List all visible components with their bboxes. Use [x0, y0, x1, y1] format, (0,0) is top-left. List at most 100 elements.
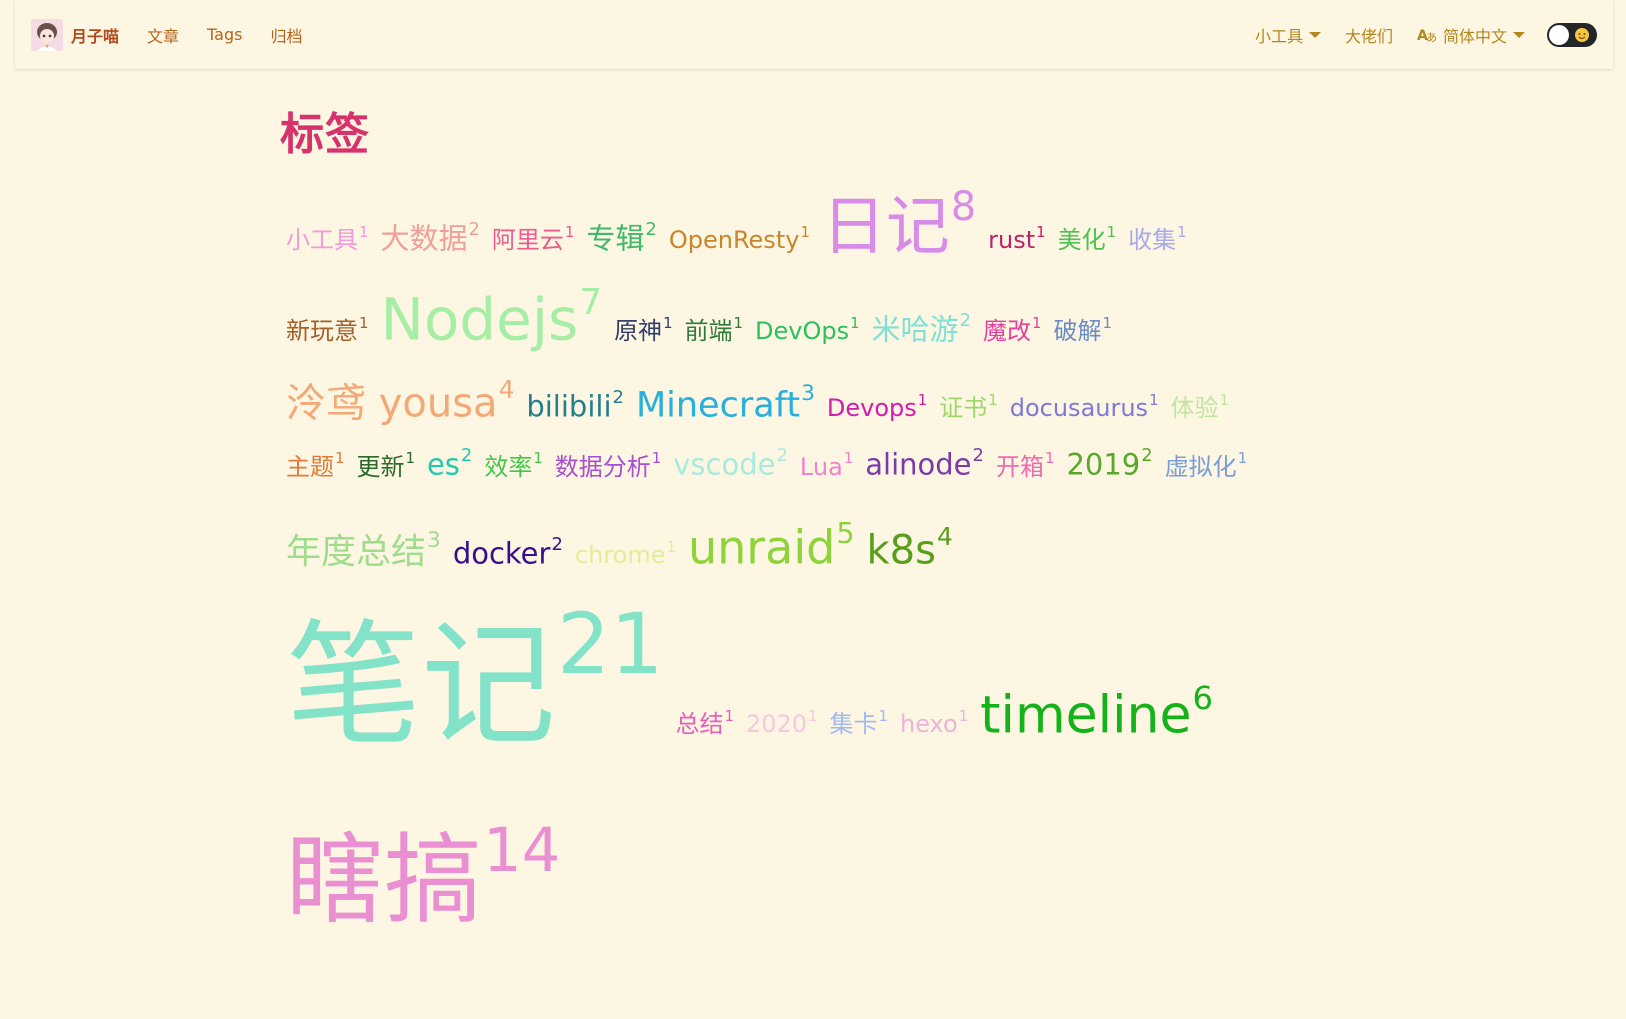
tag-count: 4: [498, 375, 515, 405]
tag-link[interactable]: 大数据2: [380, 220, 479, 254]
tag-count: 1: [359, 223, 369, 242]
sun-icon: [1573, 26, 1591, 48]
tag-name: 收集: [1128, 226, 1177, 255]
chevron-down-icon: [1513, 31, 1525, 38]
tag-link[interactable]: 更新1: [356, 451, 414, 479]
tag-count: 1: [1036, 223, 1046, 242]
tag-link[interactable]: 虚拟化1: [1165, 451, 1247, 479]
tag-count: 1: [1149, 391, 1159, 410]
nav-link-archive[interactable]: 归档: [270, 23, 302, 47]
tag-name: rust: [988, 226, 1036, 255]
tag-link[interactable]: 专辑2: [586, 220, 656, 256]
tag-link[interactable]: Devops1: [826, 393, 927, 423]
tag-link[interactable]: 魔改1: [983, 316, 1041, 344]
navbar-right: 小工具 大佬们 A あ 简体中文: [1231, 22, 1597, 48]
tag-link[interactable]: 效率1: [484, 451, 542, 479]
svg-text:あ: あ: [1426, 31, 1437, 44]
brand-link[interactable]: 月子喵: [31, 18, 119, 51]
nav-link-articles[interactable]: 文章: [147, 23, 179, 47]
tag-count: 1: [733, 314, 743, 333]
tag-name: 体验: [1170, 394, 1219, 423]
tag-count: 2: [776, 445, 788, 467]
translate-icon: A あ: [1417, 26, 1437, 44]
tag-count: 1: [663, 314, 673, 333]
tag-name: Minecraft: [635, 385, 801, 426]
tag-link[interactable]: 总结1: [676, 708, 734, 736]
tag-link[interactable]: 小工具1: [286, 225, 368, 253]
tag-link[interactable]: 米哈游2: [872, 311, 971, 345]
tag-link[interactable]: unraid5: [688, 519, 855, 570]
tag-row: 主题1 更新1 es2 效率1 数据分析1 vscode2 Lua1 alinode2 开箱1 2…: [286, 447, 1259, 482]
tag-name: Devops: [826, 394, 917, 423]
tag-name: Lua: [799, 452, 843, 481]
tag-name: 破解: [1053, 317, 1102, 346]
tag-name: unraid: [687, 520, 836, 575]
tag-name: Nodejs: [380, 285, 579, 354]
tag-link[interactable]: chrome1: [575, 540, 676, 568]
tag-link[interactable]: 20201: [745, 708, 818, 738]
tag-link[interactable]: 体验1: [1170, 393, 1229, 423]
tag-link[interactable]: 新玩意1: [286, 316, 368, 344]
tag-row: 新玩意1 Nodejs7原神1 前端1 DevOps1 米哈游2 魔改1 破解1: [286, 284, 1124, 348]
tag-link[interactable]: k8s4: [866, 524, 952, 570]
tag-link[interactable]: rust1: [988, 225, 1045, 255]
tag-link[interactable]: 美化1: [1057, 225, 1116, 255]
tag-link[interactable]: Lua1: [799, 451, 853, 481]
tag-link[interactable]: 日记8: [822, 187, 976, 259]
tag-count: 1: [405, 449, 415, 468]
tag-link[interactable]: docusaurus1: [1010, 393, 1159, 421]
tag-row: 小工具1 大数据2 阿里云1 专辑2 OpenResty1 日记8rust1 美化1 收集1: [286, 187, 1199, 259]
tag-link[interactable]: timeline6: [980, 682, 1213, 741]
tag-name: 证书: [939, 394, 988, 423]
tag-link[interactable]: 原神1: [614, 316, 672, 344]
tag-count: 1: [958, 706, 969, 725]
tag-link[interactable]: 开箱1: [996, 451, 1054, 479]
tag-name: 日记: [821, 190, 950, 265]
tag-link[interactable]: docker2: [453, 535, 563, 569]
tag-count: 2: [468, 218, 480, 240]
tag-link[interactable]: DevOps1: [755, 316, 860, 344]
tag-name: timeline: [980, 685, 1192, 745]
tag-link[interactable]: 年度总结3: [286, 530, 441, 571]
tag-link[interactable]: alinode2: [865, 447, 984, 482]
tag-count: 8: [950, 184, 977, 231]
tag-count: 1: [808, 706, 818, 725]
tag-link[interactable]: 20192: [1066, 447, 1152, 480]
tag-link[interactable]: 破解1: [1053, 316, 1111, 346]
language-dropdown[interactable]: A あ 简体中文: [1417, 23, 1525, 47]
tag-link[interactable]: 证书1: [939, 393, 997, 423]
tag-link[interactable]: 泠鸢 yousa4: [286, 377, 514, 423]
tag-link[interactable]: OpenResty1: [669, 225, 810, 253]
nav-link-friends[interactable]: 大佬们: [1345, 23, 1393, 47]
tag-link[interactable]: 数据分析1: [555, 451, 661, 479]
tag-link[interactable]: es2: [427, 447, 472, 480]
tag-link[interactable]: Minecraft3: [635, 383, 815, 426]
tools-dropdown[interactable]: 小工具: [1255, 23, 1321, 47]
tag-name: 专辑: [586, 221, 645, 256]
tag-link[interactable]: 收集1: [1128, 225, 1186, 255]
tag-link[interactable]: 笔记21: [286, 603, 664, 753]
tag-count: 1: [988, 391, 998, 410]
tag-link[interactable]: 前端1: [685, 316, 743, 344]
tag-count: 2: [460, 445, 473, 467]
page-title: 标签: [280, 109, 370, 160]
tag-link[interactable]: hexo1: [900, 708, 968, 736]
tag-name: 集卡: [829, 710, 878, 738]
tag-count: 2: [551, 533, 563, 555]
tag-link[interactable]: vscode2: [673, 447, 788, 480]
tag-link[interactable]: 瞎搞14: [286, 821, 560, 930]
tag-name: 瞎搞: [286, 823, 483, 938]
tag-count: 1: [1177, 223, 1187, 242]
tag-link[interactable]: 阿里云1: [492, 225, 574, 253]
tag-name: 美化: [1057, 226, 1106, 255]
tag-name: alinode: [865, 447, 972, 482]
tag-name: 2020: [745, 710, 808, 738]
tag-count: 2: [959, 309, 971, 331]
tag-count: 1: [843, 449, 854, 468]
tag-link[interactable]: 集卡1: [829, 708, 888, 738]
tag-link[interactable]: Nodejs7: [380, 284, 602, 348]
nav-link-tags[interactable]: Tags: [207, 25, 242, 44]
tag-link[interactable]: 主题1: [286, 451, 344, 479]
tag-link[interactable]: bilibili2: [526, 388, 624, 422]
theme-toggle[interactable]: [1547, 22, 1597, 48]
